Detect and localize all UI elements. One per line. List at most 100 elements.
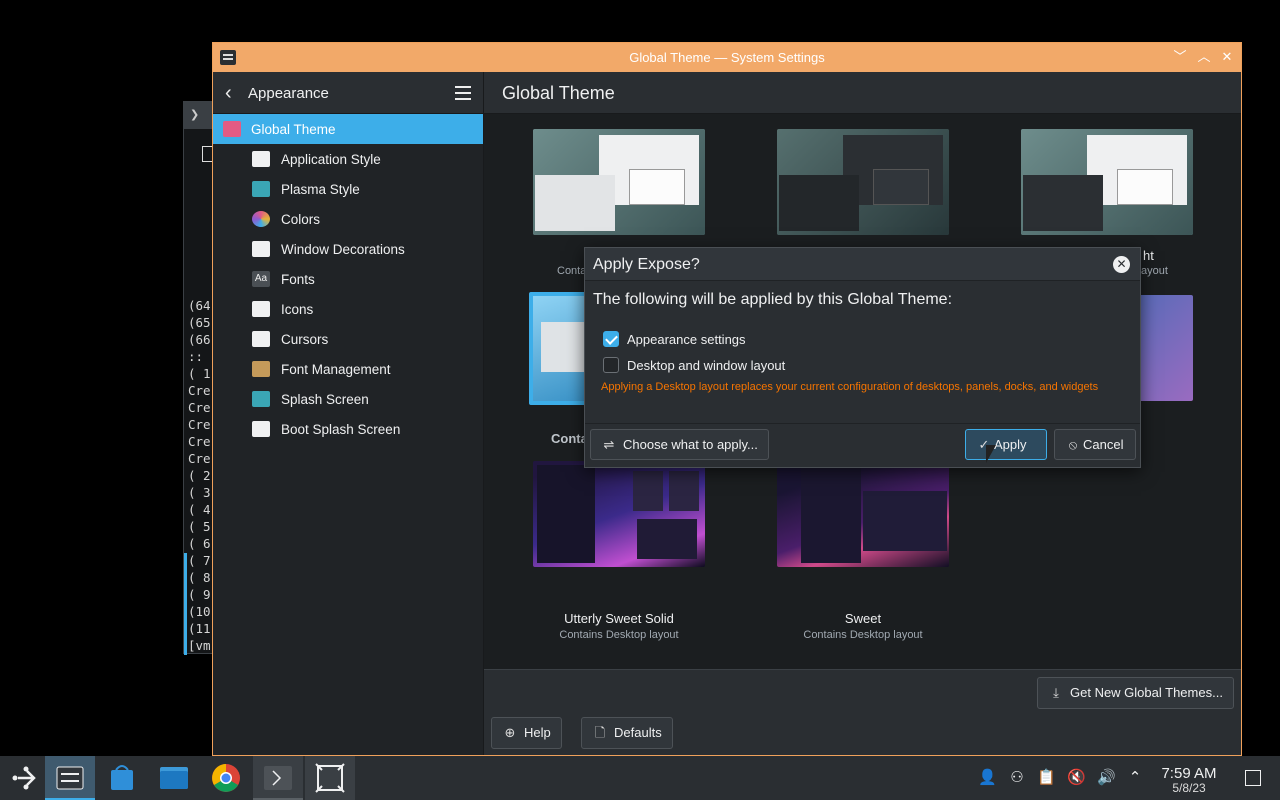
colors-icon [252,211,270,227]
taskbar-system-settings-icon[interactable] [45,756,95,800]
desktop-layout-checkbox[interactable] [603,357,619,373]
terminal-output: (64 (65 (66 :: ( 1 Cre Cre Cre Cre Cre (… [188,298,211,653]
page-title: Global Theme [502,83,615,103]
sidebar-item-label: Colors [281,212,321,227]
content-header: Global Theme [484,72,1241,114]
plasma-style-icon [252,181,270,197]
apply-button[interactable]: ✓ Apply [965,429,1047,460]
terminal-selection-marker [184,553,187,655]
application-launcher-icon[interactable] [0,756,50,800]
sidebar-nav-list: Global Theme Application Style Plasma Styl… [213,114,483,444]
application-style-icon [252,151,270,167]
theme-thumbnail-breeze-twilight[interactable] [1021,129,1193,235]
desktop-layout-label[interactable]: Desktop and window layout [627,358,785,373]
cancel-button[interactable]: ⦸ Cancel [1054,429,1136,460]
get-new-global-themes-label: Get New Global Themes... [1070,685,1223,700]
sidebar-item-window-decorations[interactable]: Window Decorations [213,234,483,264]
sidebar-item-icons[interactable]: Icons [213,294,483,324]
dialog-footer: ⇌ Choose what to apply... ✓ Apply ⦸ Cancel [585,423,1140,467]
icons-icon [252,301,270,317]
sidebar-item-label: Global Theme [251,122,336,137]
help-icon: ⊕ [504,725,516,740]
dialog-close-icon[interactable]: ✕ [1113,256,1130,273]
sidebar-item-application-style[interactable]: Application Style [213,144,483,174]
sidebar-item-fonts[interactable]: Aa Fonts [213,264,483,294]
defaults-button[interactable]: 🗋 Defaults [581,717,673,749]
global-theme-icon [223,121,241,137]
sidebar-item-label: Font Management [281,362,391,377]
help-button[interactable]: ⊕ Help [491,717,562,749]
apply-theme-dialog: Apply Expose? ✕ The following will be ap… [584,247,1141,468]
help-label: Help [524,725,551,740]
sidebar-item-plasma-style[interactable]: Plasma Style [213,174,483,204]
taskbar: 👤 ⚇ 📋 🔇 🔊 ⌃ 7:59 AM 5/8/23 [0,756,1280,800]
back-arrow-icon[interactable]: ‹ [225,82,232,105]
hamburger-menu-icon[interactable] [455,86,471,100]
cancel-label: Cancel [1083,437,1124,452]
theme-thumbnail-utterly-sweet-solid[interactable] [533,461,705,567]
chevron-up-icon[interactable]: ⌃ [1126,769,1144,787]
cursors-icon [252,331,270,347]
sidebar-item-font-management[interactable]: Font Management [213,354,483,384]
kde-connect-icon[interactable]: ⚇ [1008,769,1026,787]
chrome-browser-icon[interactable] [201,756,251,800]
window-decorations-icon [252,241,270,257]
font-management-icon [252,361,270,377]
dialog-titlebar[interactable]: Apply Expose? ✕ [585,248,1140,281]
window-title: Global Theme — System Settings [629,50,825,65]
theme-subtitle-utterly-sweet-solid: Contains Desktop layout [559,629,679,641]
appearance-settings-label[interactable]: Appearance settings [627,332,746,347]
fonts-icon: Aa [252,271,270,287]
download-icon: ⤓ [1053,685,1059,700]
sidebar-item-label: Window Decorations [281,242,405,257]
clock-time: 7:59 AM [1161,765,1217,782]
choose-what-to-apply-button[interactable]: ⇌ Choose what to apply... [590,429,769,460]
taskbar-terminal-icon[interactable] [253,756,303,800]
cancel-icon: ⦸ [1068,437,1078,452]
theme-thumbnail-sweet[interactable] [777,461,949,567]
document-revert-icon: 🗋 [594,725,606,740]
digital-clock[interactable]: 7:59 AM 5/8/23 [1150,765,1228,795]
sidebar-item-label: Boot Splash Screen [281,422,401,437]
sidebar-item-label: Plasma Style [281,182,360,197]
boot-splash-screen-icon [252,421,270,437]
discover-store-icon[interactable] [97,756,147,800]
sidebar-item-label: Application Style [281,152,381,167]
get-new-global-themes-button[interactable]: ⤓ Get New Global Themes... [1037,677,1234,709]
appearance-settings-checkbox[interactable] [603,331,619,347]
user-icon[interactable]: 👤 [978,769,997,787]
apply-label: Apply [994,437,1027,452]
theme-name-sweet: Sweet [844,611,882,626]
sidebar-item-boot-splash-screen[interactable]: Boot Splash Screen [213,414,483,444]
terminal-icon: ❯ [190,109,200,121]
dialog-title: Apply Expose? [593,256,700,273]
sidebar-header: ‹ Appearance [213,72,483,114]
window-overview-icon[interactable] [305,756,355,800]
audio-muted-icon[interactable]: 🔇 [1067,769,1086,787]
minimize-icon[interactable]: ﹀ [1171,48,1189,66]
sidebar-item-colors[interactable]: Colors [213,204,483,234]
defaults-label: Defaults [614,725,662,740]
clock-date: 5/8/23 [1172,781,1206,795]
maximize-icon[interactable]: ︿ [1195,48,1213,66]
choose-what-to-apply-label: Choose what to apply... [623,437,758,452]
show-desktop-icon[interactable] [1245,770,1261,786]
sidebar-item-label: Fonts [281,272,315,287]
theme-thumbnail-breeze[interactable] [533,129,705,235]
theme-name-utterly-sweet-solid: Utterly Sweet Solid [564,611,674,626]
configure-icon: ⇌ [603,437,615,452]
file-manager-icon[interactable] [149,756,199,800]
settings-sidebar: ‹ Appearance Global Theme Application Sty… [213,72,484,755]
sidebar-title: Appearance [248,85,329,102]
close-icon[interactable]: ✕ [1218,48,1236,66]
theme-thumbnail-breeze-dark[interactable] [777,129,949,235]
sidebar-item-splash-screen[interactable]: Splash Screen [213,384,483,414]
sidebar-item-label: Cursors [281,332,329,347]
sidebar-item-cursors[interactable]: Cursors [213,324,483,354]
window-titlebar[interactable]: Global Theme — System Settings ﹀ ︿ ✕ [213,43,1241,72]
dialog-heading: The following will be applied by this Gl… [593,291,953,308]
volume-icon[interactable]: 🔊 [1097,769,1116,787]
clipboard-icon[interactable]: 📋 [1037,769,1056,787]
content-footer: ⤓ Get New Global Themes... ⊕ Help 🗋 Default… [484,669,1241,755]
sidebar-item-global-theme[interactable]: Global Theme [213,114,483,144]
